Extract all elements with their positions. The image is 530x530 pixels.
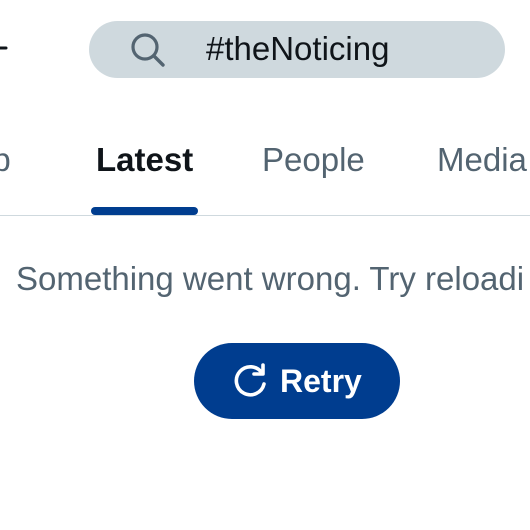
retry-button-label: Retry — [280, 363, 362, 399]
tab-media[interactable]: Media — [437, 138, 527, 182]
arrow-left-icon[interactable] — [0, 33, 12, 63]
tab-people[interactable]: People — [262, 138, 365, 182]
tab-divider — [0, 215, 530, 216]
retry-button[interactable]: Retry — [194, 343, 400, 419]
search-results-screen: #theNoticing op Latest People Media Some… — [0, 0, 530, 530]
active-tab-indicator — [91, 207, 198, 215]
tab-latest[interactable]: Latest — [96, 138, 193, 182]
search-icon — [131, 33, 165, 67]
tab-top[interactable]: op — [0, 138, 11, 182]
error-message: Something went wrong. Try reloadi — [16, 260, 525, 297]
refresh-icon — [234, 363, 266, 397]
search-input[interactable]: #theNoticing — [206, 28, 389, 70]
